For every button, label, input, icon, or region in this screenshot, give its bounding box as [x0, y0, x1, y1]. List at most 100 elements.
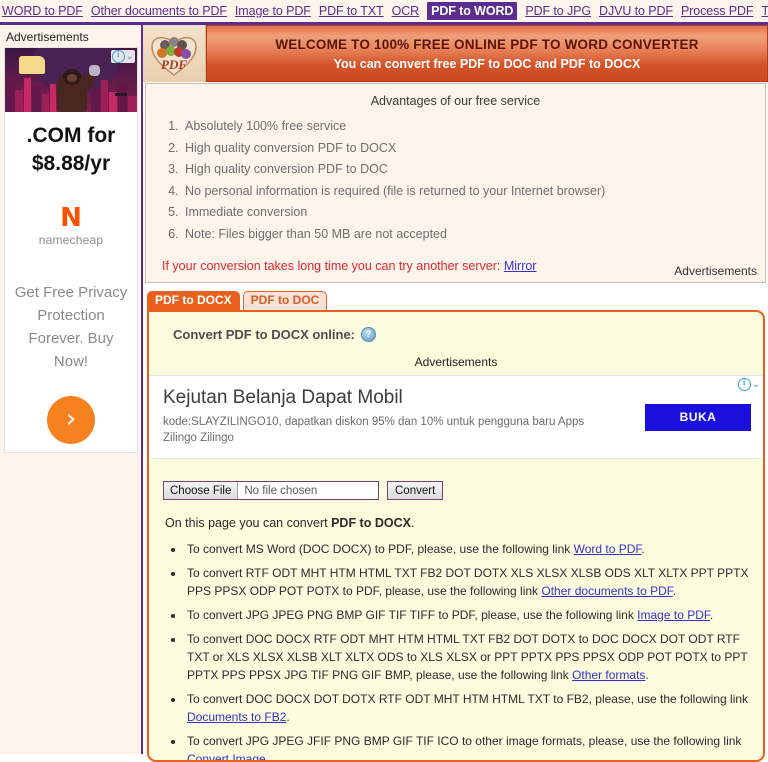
- namecheap-wordmark: namecheap: [38, 232, 104, 247]
- advantages-ads-label: Advertisements: [674, 264, 757, 278]
- adchoices-control[interactable]: i ⌄: [110, 50, 135, 63]
- onthispage-text: On this page you can convert PDF to DOCX…: [165, 516, 753, 530]
- nav-link-djvu-to-pdf[interactable]: DJVU to PDF: [599, 4, 673, 18]
- inner-advertisement[interactable]: i ⌄ Kejutan Belanja Dapat Mobil kode:SLA…: [149, 375, 763, 459]
- inner-ad-description: kode:SLAYZILINGO10, dapatkan diskon 95% …: [163, 415, 585, 444]
- advantages-title: Advantages of our free service: [370, 94, 541, 108]
- conversion-link-item: To convert DOC DOCX RTF ODT MHT HTM HTML…: [185, 630, 753, 684]
- link-item-suffix: .: [645, 668, 649, 682]
- ad-subtext-line4: Now!: [53, 353, 89, 371]
- site-header: PDF WELCOME TO 100% FREE ONLINE PDF TO W…: [143, 25, 768, 82]
- nav-link-pdf-to-txt[interactable]: PDF to TXT: [319, 4, 384, 18]
- moon-shape: [19, 56, 45, 74]
- nav-link-word-to-pdf[interactable]: WORD to PDF: [2, 4, 83, 18]
- nav-link-pdf-to-word[interactable]: PDF to WORD: [427, 2, 518, 20]
- link-item-suffix: .: [286, 710, 290, 724]
- link-item-prefix: To convert DOC DOCX RTF ODT MHT HTM HTML…: [187, 632, 748, 682]
- link-item-prefix: To convert JPG JPEG PNG BMP GIF TIF TIFF…: [187, 608, 638, 622]
- namecheap-ad[interactable]: i ⌄ .COM for $8.88/yr N namecheap Get Fr…: [4, 47, 138, 453]
- advantage-item: Note: Files bigger than 50 MB are not ac…: [182, 224, 755, 246]
- ad-cta-arrow-button[interactable]: ›: [47, 395, 95, 444]
- inner-ad-headline[interactable]: Kejutan Belanja Dapat Mobil: [163, 387, 633, 409]
- ad-body: .COM for $8.88/yr N namecheap Get Free P…: [5, 112, 137, 452]
- link-item-suffix: .: [641, 542, 645, 556]
- nav-link-pdf-to-jpg[interactable]: PDF to JPG: [525, 4, 591, 18]
- link-documents-to-fb2[interactable]: Documents to FB2: [187, 710, 286, 724]
- file-input[interactable]: Choose File No file chosen: [163, 481, 379, 500]
- namecheap-logo: N namecheap: [11, 205, 131, 247]
- inner-ad-cta-button[interactable]: BUKA: [645, 403, 751, 431]
- link-other-documents-to-pdf[interactable]: Other documents to PDF: [541, 584, 672, 598]
- onthispage-prefix: On this page you can convert: [165, 516, 332, 530]
- mirror-text: If your conversion takes long time you c…: [162, 259, 501, 273]
- link-word-to-pdf[interactable]: Word to PDF: [574, 542, 642, 556]
- ad-subtext: Get Free Privacy Protection Forever. Buy…: [11, 281, 131, 374]
- site-logo[interactable]: PDF: [143, 25, 206, 82]
- nav-link-other-documents-to-pdf[interactable]: Other documents to PDF: [91, 4, 227, 18]
- link-item-prefix: To convert JPG JPEG JFIF PNG BMP GIF TIF…: [187, 734, 742, 748]
- conversion-link-item: To convert JPG JPEG PNG BMP GIF TIF TIFF…: [185, 606, 753, 624]
- ad-banner-image: i ⌄: [5, 48, 137, 112]
- upload-form: Choose File No file chosen Convert: [163, 481, 753, 500]
- pdf-logo-icon: PDF: [151, 36, 197, 76]
- chevron-down-icon[interactable]: ⌄: [126, 51, 134, 62]
- conversion-link-item: To convert DOC DOCX DOT DOTX RTF ODT MHT…: [185, 690, 753, 726]
- conversion-links-list: To convert MS Word (DOC DOCX) to PDF, pl…: [159, 540, 753, 760]
- left-ads-label: Advertisements: [6, 30, 89, 44]
- link-item-suffix: .: [672, 584, 677, 598]
- conversion-link-item: To convert MS Word (DOC DOCX) to PDF, pl…: [185, 540, 753, 558]
- ad-info-icon[interactable]: i: [111, 50, 125, 63]
- conversion-tabs: PDF to DOCX PDF to DOC: [147, 291, 768, 310]
- onthispage-bold: PDF to DOCX: [331, 516, 411, 530]
- tab-pdf-to-docx[interactable]: PDF to DOCX: [147, 291, 240, 310]
- conversion-link-item: To convert JPG JPEG JFIF PNG BMP GIF TIF…: [185, 732, 753, 760]
- ad-headline-line1: .COM for: [26, 124, 116, 147]
- nav-link-ocr[interactable]: OCR: [392, 4, 420, 18]
- advantages-list: Absolutely 100% free serviceHigh quality…: [156, 116, 755, 245]
- svg-text:PDF: PDF: [161, 57, 187, 72]
- advantage-item: Immediate conversion: [182, 202, 755, 224]
- airplane-shape: [115, 93, 127, 96]
- conversion-panel: Convert PDF to DOCX online: ? Advertisem…: [147, 310, 765, 762]
- link-other-formats[interactable]: Other formats: [572, 668, 645, 682]
- inner-ad-text: Kejutan Belanja Dapat Mobil kode:SLAYZIL…: [163, 387, 633, 447]
- advantage-item: Absolutely 100% free service: [182, 116, 755, 138]
- nav-link-process-pdf[interactable]: Process PDF: [681, 4, 754, 18]
- convert-button[interactable]: Convert: [387, 481, 444, 500]
- welcome-title: WELCOME TO 100% FREE ONLINE PDF TO WORD …: [275, 36, 699, 52]
- tab-pdf-to-doc[interactable]: PDF to DOC: [242, 291, 328, 310]
- link-image-to-pdf[interactable]: Image to PDF: [637, 608, 710, 622]
- mirror-notice: If your conversion takes long time you c…: [162, 259, 755, 273]
- advantages-box: Advantages of our free service Absolutel…: [145, 83, 766, 283]
- advantage-item: High quality conversion PDF to DOC: [182, 159, 755, 181]
- ad-headline-line2: $8.88/yr: [31, 152, 111, 176]
- page-body: Advertisements i ⌄ .COM for $8.88/yr N n…: [0, 25, 768, 762]
- link-item-prefix: To convert DOC DOCX DOT DOTX RTF ODT MHT…: [187, 692, 749, 706]
- welcome-banner: WELCOME TO 100% FREE ONLINE PDF TO WORD …: [206, 25, 768, 82]
- main-content-column: PDF WELCOME TO 100% FREE ONLINE PDF TO W…: [143, 25, 768, 762]
- advantage-item: High quality conversion PDF to DOCX: [182, 138, 755, 160]
- ad-subtext-line3: Forever. Buy: [28, 330, 114, 348]
- nav-link-to-fb2[interactable]: To FB2: [761, 4, 768, 18]
- nav-link-image-to-pdf[interactable]: Image to PDF: [235, 4, 311, 18]
- ad-info-icon[interactable]: i: [737, 378, 751, 391]
- choose-file-button[interactable]: Choose File: [164, 482, 239, 499]
- link-item-prefix: To convert MS Word (DOC DOCX) to PDF, pl…: [187, 542, 574, 556]
- left-advertisement-column: Advertisements i ⌄ .COM for $8.88/yr N n…: [0, 25, 143, 754]
- file-name-value: No file chosen: [244, 484, 318, 497]
- help-icon[interactable]: ?: [361, 327, 376, 342]
- panel-ads-label: Advertisements: [414, 355, 498, 369]
- conversion-link-item: To convert RTF ODT MHT HTM HTML TXT FB2 …: [185, 564, 753, 600]
- top-navigation-bar: WORD to PDF Other documents to PDF Image t…: [0, 0, 768, 25]
- onthispage-suffix: .: [410, 516, 415, 530]
- inner-adchoices-control[interactable]: i ⌄: [736, 378, 761, 391]
- ad-subtext-line2: Protection: [37, 306, 105, 324]
- advantage-item: No personal information is required (fil…: [182, 181, 755, 203]
- link-item-suffix: .: [709, 608, 714, 622]
- chevron-down-icon[interactable]: ⌄: [752, 379, 760, 390]
- namecheap-mark-icon: N: [60, 202, 82, 233]
- ad-subtext-line1: Get Free Privacy: [14, 283, 128, 301]
- panel-title-text: Convert PDF to DOCX online:: [173, 327, 355, 342]
- welcome-subtitle: You can convert free PDF to DOC and PDF …: [333, 56, 641, 71]
- mirror-link[interactable]: Mirror: [504, 259, 537, 273]
